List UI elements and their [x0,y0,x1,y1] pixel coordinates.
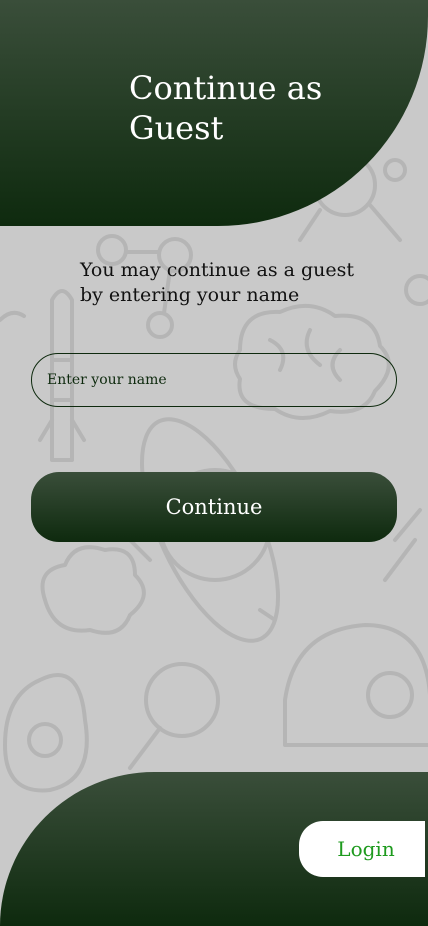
guest-name-input[interactable] [31,353,397,407]
login-button[interactable]: Login [299,821,425,877]
continue-button[interactable]: Continue [31,472,397,542]
page-title: Continue as Guest [129,69,323,147]
intro-text: You may continue as a guest by entering … [80,259,355,306]
